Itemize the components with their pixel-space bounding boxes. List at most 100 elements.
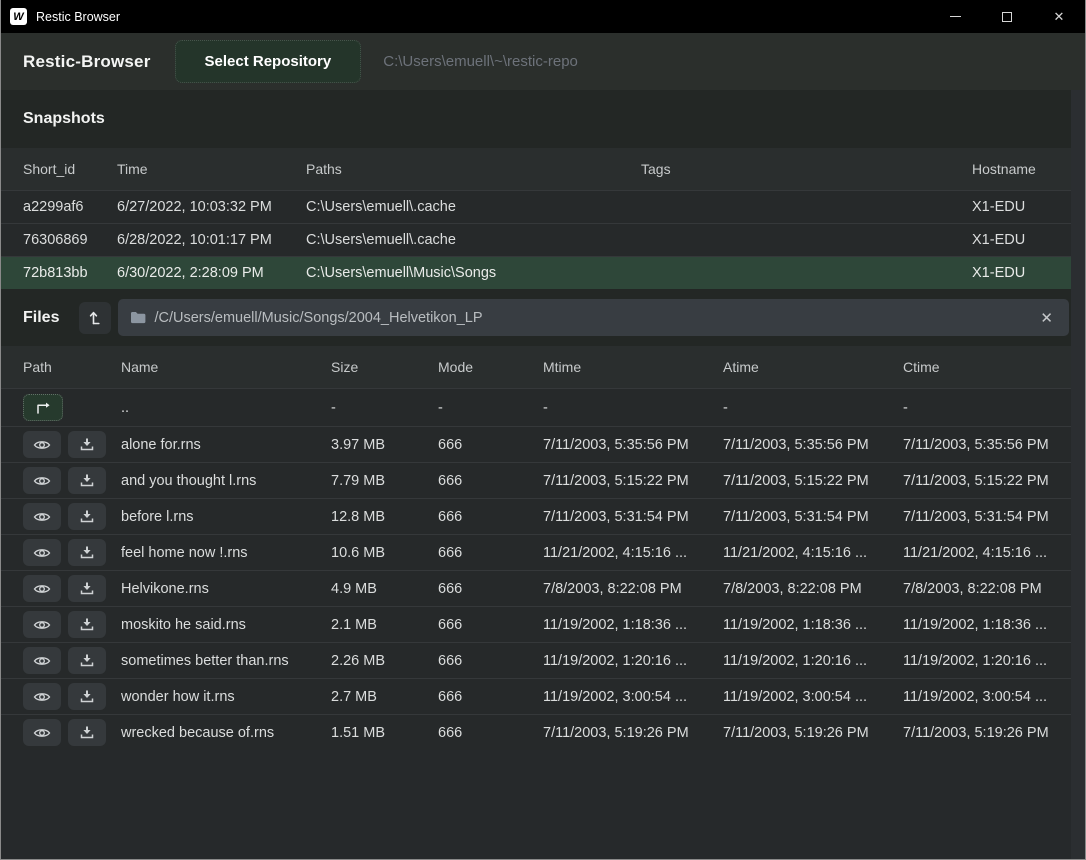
snapshot-paths: C:\Users\emuell\.cache [306,232,641,248]
eye-icon [33,511,51,523]
files-column-header: Atime [723,359,903,375]
download-icon [80,510,94,523]
file-row: wrecked because of.rns 1.51 MB 666 7/11/… [1,714,1071,750]
window-title: Restic Browser [36,10,120,24]
eye-icon [33,619,51,631]
file-mode: 666 [438,473,543,489]
snapshot-time: 6/27/2022, 10:03:32 PM [117,199,306,215]
file-atime: 7/11/2003, 5:15:22 PM [723,473,903,489]
preview-file-button[interactable] [23,539,61,566]
preview-file-button[interactable] [23,575,61,602]
preview-file-button[interactable] [23,647,61,674]
file-row: moskito he said.rns 2.1 MB 666 11/19/200… [1,606,1071,642]
file-size: 2.1 MB [331,617,438,633]
file-path-bar[interactable]: /C/Users/emuell/Music/Songs/2004_Helveti… [118,299,1069,336]
snapshot-row[interactable]: 72b813bb 6/30/2022, 2:28:09 PM C:\Users\… [1,256,1071,289]
download-icon [80,690,94,703]
file-row: and you thought l.rns 7.79 MB 666 7/11/2… [1,462,1071,498]
file-size: 2.26 MB [331,653,438,669]
download-file-button[interactable] [68,575,106,602]
file-mode: 666 [438,653,543,669]
app-title: Restic-Browser [23,52,151,72]
file-size: 10.6 MB [331,545,438,561]
download-file-button[interactable] [68,539,106,566]
download-file-button[interactable] [68,467,106,494]
maximize-icon [1002,12,1012,22]
titlebar: W Restic Browser ✕ [1,0,1085,33]
download-file-button[interactable] [68,611,106,638]
preview-file-button[interactable] [23,467,61,494]
files-table-body: .. - - - - - [1,388,1071,750]
minimize-button[interactable] [929,0,981,33]
maximize-button[interactable] [981,0,1033,33]
file-row: sometimes better than.rns 2.26 MB 666 11… [1,642,1071,678]
file-mode: 666 [438,725,543,741]
download-file-button[interactable] [68,683,106,710]
file-mtime: 7/11/2003, 5:15:22 PM [543,473,723,489]
minimize-icon [950,16,961,17]
preview-file-button[interactable] [23,503,61,530]
download-file-button[interactable] [68,431,106,458]
file-name: feel home now !.rns [121,545,331,561]
file-ctime: 7/8/2003, 8:22:08 PM [903,581,1071,597]
download-file-button[interactable] [68,503,106,530]
folder-icon [130,311,146,324]
file-name: and you thought l.rns [121,473,331,489]
files-column-header: Name [121,359,331,375]
snapshot-time: 6/28/2022, 10:01:17 PM [117,232,306,248]
eye-icon [33,475,51,487]
app-window: W Restic Browser ✕ Restic-Browser Select… [0,0,1086,860]
go-to-parent-button[interactable] [79,302,111,334]
download-icon [80,654,94,667]
snapshot-hostname: X1-EDU [972,232,1071,248]
snapshot-time: 6/30/2022, 2:28:09 PM [117,265,306,281]
download-icon [80,582,94,595]
file-row: wonder how it.rns 2.7 MB 666 11/19/2002,… [1,678,1071,714]
preview-file-button[interactable] [23,611,61,638]
snapshot-row[interactable]: a2299af6 6/27/2022, 10:03:32 PM C:\Users… [1,190,1071,223]
file-name: before l.rns [121,509,331,525]
parent-directory-row: .. - - - - - [1,388,1071,426]
download-file-button[interactable] [68,647,106,674]
file-size: 4.9 MB [331,581,438,597]
file-size: - [331,400,438,416]
eye-icon [33,655,51,667]
file-name: wrecked because of.rns [121,725,331,741]
files-column-header: Ctime [903,359,1071,375]
file-mtime: 11/19/2002, 1:20:16 ... [543,653,723,669]
file-size: 3.97 MB [331,437,438,453]
snapshot-row[interactable]: 76306869 6/28/2022, 10:01:17 PM C:\Users… [1,223,1071,256]
select-repository-button[interactable]: Select Repository [175,40,362,83]
file-mode: 666 [438,437,543,453]
download-icon [80,618,94,631]
file-mtime: - [543,400,723,416]
snapshots-table-body: a2299af6 6/27/2022, 10:03:32 PM C:\Users… [1,190,1071,289]
file-ctime: 11/19/2002, 1:18:36 ... [903,617,1071,633]
file-mtime: 11/21/2002, 4:15:16 ... [543,545,723,561]
preview-file-button[interactable] [23,431,61,458]
snapshots-section-header: Snapshots [1,90,1071,148]
file-name: sometimes better than.rns [121,653,331,669]
snapshots-column-header: Hostname [972,161,1071,177]
snapshot-paths: C:\Users\emuell\.cache [306,199,641,215]
file-ctime: 7/11/2003, 5:35:56 PM [903,437,1071,453]
scrollbar[interactable] [1071,90,1085,859]
go-up-directory-button[interactable] [23,394,63,421]
preview-file-button[interactable] [23,683,61,710]
eye-icon [33,727,51,739]
window-controls: ✕ [929,0,1085,33]
close-icon: ✕ [1054,10,1065,23]
file-mtime: 7/11/2003, 5:35:56 PM [543,437,723,453]
file-mode: 666 [438,689,543,705]
clear-path-button[interactable]: ✕ [1036,307,1057,329]
file-mode: 666 [438,509,543,525]
snapshots-title: Snapshots [23,110,105,128]
file-mode: - [438,400,543,416]
file-row: before l.rns 12.8 MB 666 7/11/2003, 5:31… [1,498,1071,534]
close-button[interactable]: ✕ [1033,0,1085,33]
preview-file-button[interactable] [23,719,61,746]
file-name: alone for.rns [121,437,331,453]
file-ctime: 7/11/2003, 5:19:26 PM [903,725,1071,741]
download-file-button[interactable] [68,719,106,746]
files-section-header: Files /C/Users/emuell/Music/Songs/2004_H… [1,289,1071,346]
